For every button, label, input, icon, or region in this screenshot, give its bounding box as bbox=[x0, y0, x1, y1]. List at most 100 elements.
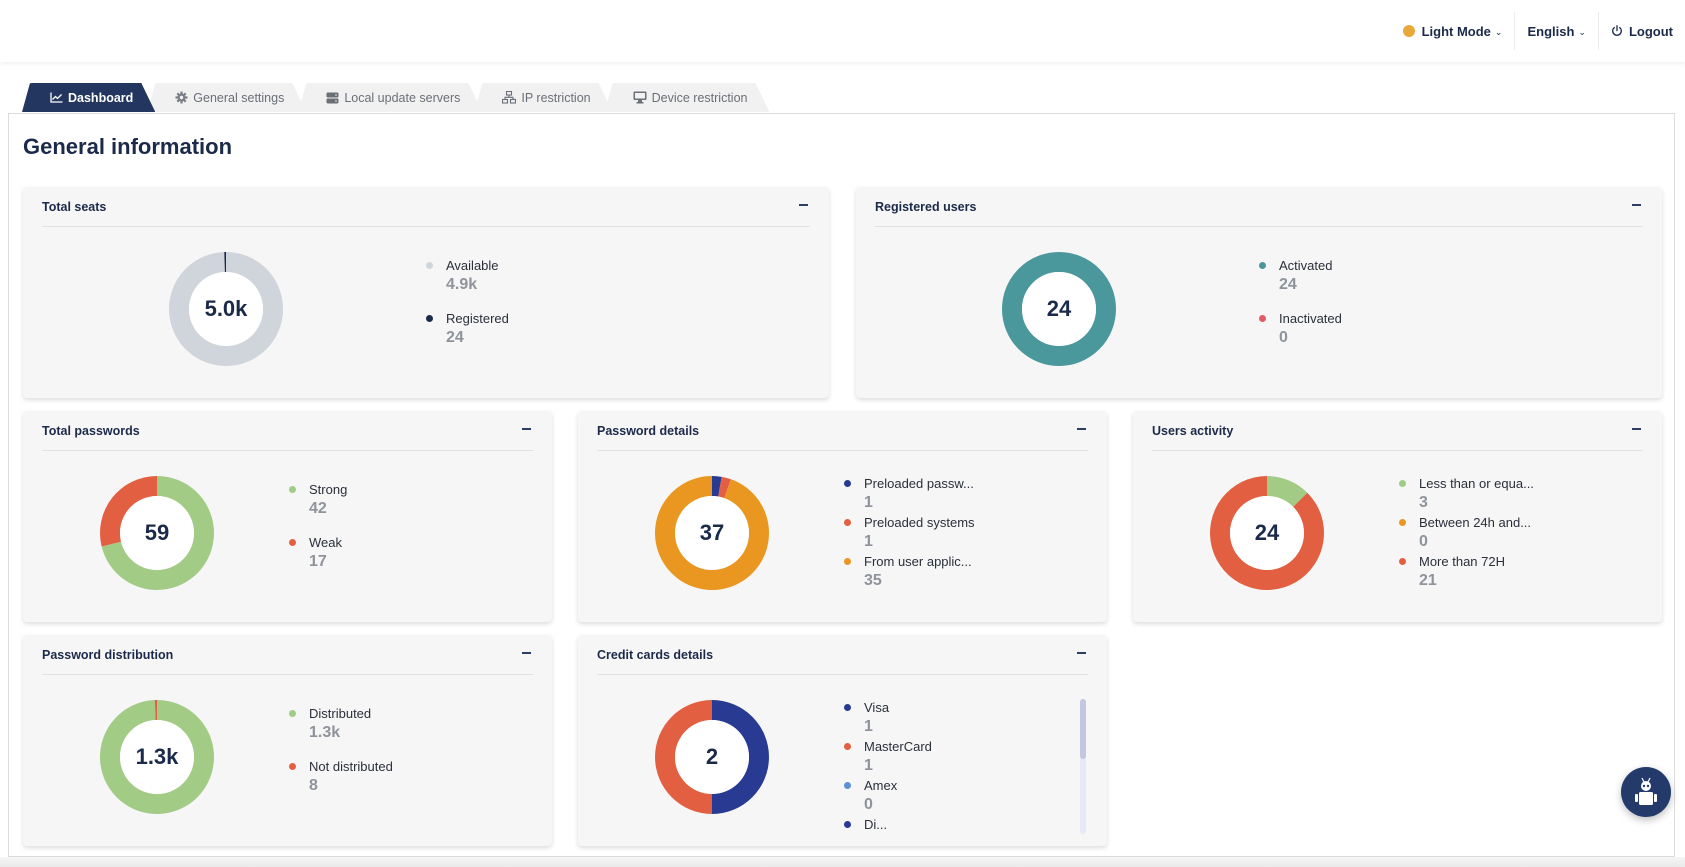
legend-item-weak: Weak 17 bbox=[289, 534, 347, 573]
donut-center-label: 37 bbox=[699, 520, 725, 545]
legend-dot-icon bbox=[844, 704, 851, 711]
legend-dot-icon bbox=[289, 539, 296, 546]
donut-center-label: 59 bbox=[144, 520, 170, 545]
minimize-icon[interactable] bbox=[521, 421, 533, 435]
legend-item-less-than-24h: Less than or equa... 3 bbox=[1399, 475, 1534, 514]
card-title: Password details bbox=[597, 424, 700, 438]
legend-dot-icon bbox=[426, 315, 433, 322]
legend-label: Amex bbox=[864, 778, 898, 793]
legend-label: More than 72H bbox=[1419, 554, 1505, 569]
line-chart-icon bbox=[50, 92, 63, 103]
legend-scroll-area[interactable]: Visa 1 MasterCard 1 Amex 0 Di... bbox=[844, 699, 1084, 833]
logout-label: Logout bbox=[1628, 23, 1673, 39]
legend-dot-icon bbox=[1399, 480, 1406, 487]
page-title: General information bbox=[23, 134, 233, 159]
legend-value: 1 bbox=[864, 718, 873, 735]
donut-center-label: 2 bbox=[705, 744, 719, 769]
legend-value: 17 bbox=[309, 553, 327, 570]
minimize-icon[interactable] bbox=[798, 197, 810, 211]
donut-chart: 59 bbox=[99, 475, 215, 591]
tab-dashboard[interactable]: Dashboard bbox=[22, 83, 155, 112]
legend-value: 21 bbox=[1419, 572, 1437, 589]
legend-value: 8 bbox=[309, 777, 318, 794]
legend-item-available: Available 4.9k bbox=[426, 257, 509, 296]
legend-value: 24 bbox=[446, 329, 464, 346]
legend-dot-icon bbox=[289, 763, 296, 770]
dashboard-panel: General information Total seats 5.0k Ava… bbox=[8, 113, 1675, 857]
tab-label: IP restriction bbox=[521, 90, 591, 105]
minimize-icon[interactable] bbox=[1631, 197, 1643, 211]
legend-dot-icon bbox=[844, 558, 851, 565]
legend-item-preloaded-passwords: Preloaded passw... 1 bbox=[844, 475, 975, 514]
tab-local-update-servers[interactable]: Local update servers bbox=[298, 83, 482, 112]
legend-value: 4.9k bbox=[446, 276, 478, 293]
legend-item-more-than-72h: More than 72H 21 bbox=[1399, 553, 1534, 592]
legend-item-from-user-applications: From user applic... 35 bbox=[844, 553, 975, 592]
legend-dot-icon bbox=[426, 262, 433, 269]
sun-dot-icon bbox=[1402, 25, 1415, 37]
legend-value: 1 bbox=[864, 494, 873, 511]
legend-label: Preloaded passw... bbox=[864, 476, 974, 491]
divider bbox=[42, 226, 810, 227]
tab-ip-restriction[interactable]: IP restriction bbox=[474, 83, 612, 112]
legend-label: Preloaded systems bbox=[864, 515, 975, 530]
tab-general-settings[interactable]: General settings bbox=[147, 83, 306, 112]
card-registered-users: Registered users 24 Activated 24 Inactiv… bbox=[856, 187, 1662, 398]
chart-legend: Activated 24 Inactivated 0 bbox=[1259, 257, 1342, 349]
tab-bar: Dashboard General settings Local update … bbox=[22, 83, 762, 112]
legend-label: Less than or equa... bbox=[1419, 476, 1534, 491]
page-footer-shade bbox=[0, 857, 1685, 867]
assistant-button[interactable] bbox=[1621, 767, 1671, 817]
legend-dot-icon bbox=[289, 710, 296, 717]
donut-center-label: 1.3k bbox=[135, 744, 179, 769]
tab-label: Dashboard bbox=[68, 90, 134, 105]
donut-chart: 24 bbox=[1001, 251, 1117, 367]
legend-item-between-24h-72h: Between 24h and... 0 bbox=[1399, 514, 1534, 553]
legend-label: Inactivated bbox=[1279, 311, 1342, 326]
legend-item-strong: Strong 42 bbox=[289, 481, 347, 520]
legend-dot-icon bbox=[289, 486, 296, 493]
power-icon bbox=[1612, 25, 1622, 36]
card-title: Registered users bbox=[875, 200, 977, 214]
card-credit-cards-details: Credit cards details 2 Visa 1 MasterCard… bbox=[578, 635, 1107, 846]
legend-value: 0 bbox=[864, 796, 873, 813]
donut-center-label: 24 bbox=[1254, 520, 1280, 545]
tab-label: Device restriction bbox=[651, 90, 748, 105]
top-bar-actions: Light Mode ⌄ English ⌄ Logout bbox=[1391, 12, 1685, 50]
chart-legend: Preloaded passw... 1 Preloaded systems 1… bbox=[844, 475, 975, 592]
language-label: English bbox=[1527, 23, 1575, 39]
legend-dot-icon bbox=[844, 519, 851, 526]
donut-center-label: 5.0k bbox=[204, 296, 248, 321]
theme-dropdown[interactable]: Light Mode ⌄ bbox=[1391, 12, 1515, 50]
divider bbox=[597, 674, 1088, 675]
legend-dot-icon bbox=[1399, 558, 1406, 565]
legend-label: Registered bbox=[446, 311, 509, 326]
legend-scrollbar[interactable] bbox=[1080, 699, 1086, 834]
tab-device-restriction[interactable]: Device restriction bbox=[605, 83, 770, 112]
top-bar: Light Mode ⌄ English ⌄ Logout bbox=[0, 0, 1685, 62]
language-dropdown[interactable]: English ⌄ bbox=[1514, 12, 1598, 50]
minimize-icon[interactable] bbox=[1631, 421, 1643, 435]
minimize-icon[interactable] bbox=[521, 645, 533, 659]
legend-item-inactivated: Inactivated 0 bbox=[1259, 310, 1342, 349]
theme-label: Light Mode bbox=[1421, 23, 1491, 39]
legend-dot-icon bbox=[844, 821, 851, 828]
legend-label: Di... bbox=[864, 817, 888, 832]
gear-icon bbox=[175, 91, 188, 104]
donut-chart: 1.3k bbox=[99, 699, 215, 815]
logout-button[interactable]: Logout bbox=[1597, 12, 1685, 50]
scrollbar-thumb[interactable] bbox=[1080, 699, 1086, 759]
divider bbox=[1152, 450, 1643, 451]
minimize-icon[interactable] bbox=[1076, 421, 1088, 435]
minimize-icon[interactable] bbox=[1076, 645, 1088, 659]
legend-item-preloaded-systems: Preloaded systems 1 bbox=[844, 514, 975, 553]
legend-item-not-distributed: Not distributed 8 bbox=[289, 758, 393, 797]
legend-item-activated: Activated 24 bbox=[1259, 257, 1342, 296]
legend-item-mastercard: MasterCard 1 bbox=[844, 738, 932, 777]
donut-center-label: 24 bbox=[1046, 296, 1072, 321]
network-icon bbox=[502, 91, 516, 104]
legend-value: 0 bbox=[1279, 329, 1288, 346]
chevron-down-icon: ⌄ bbox=[1494, 26, 1503, 37]
legend-label: From user applic... bbox=[864, 554, 972, 569]
tab-label: General settings bbox=[193, 90, 285, 105]
